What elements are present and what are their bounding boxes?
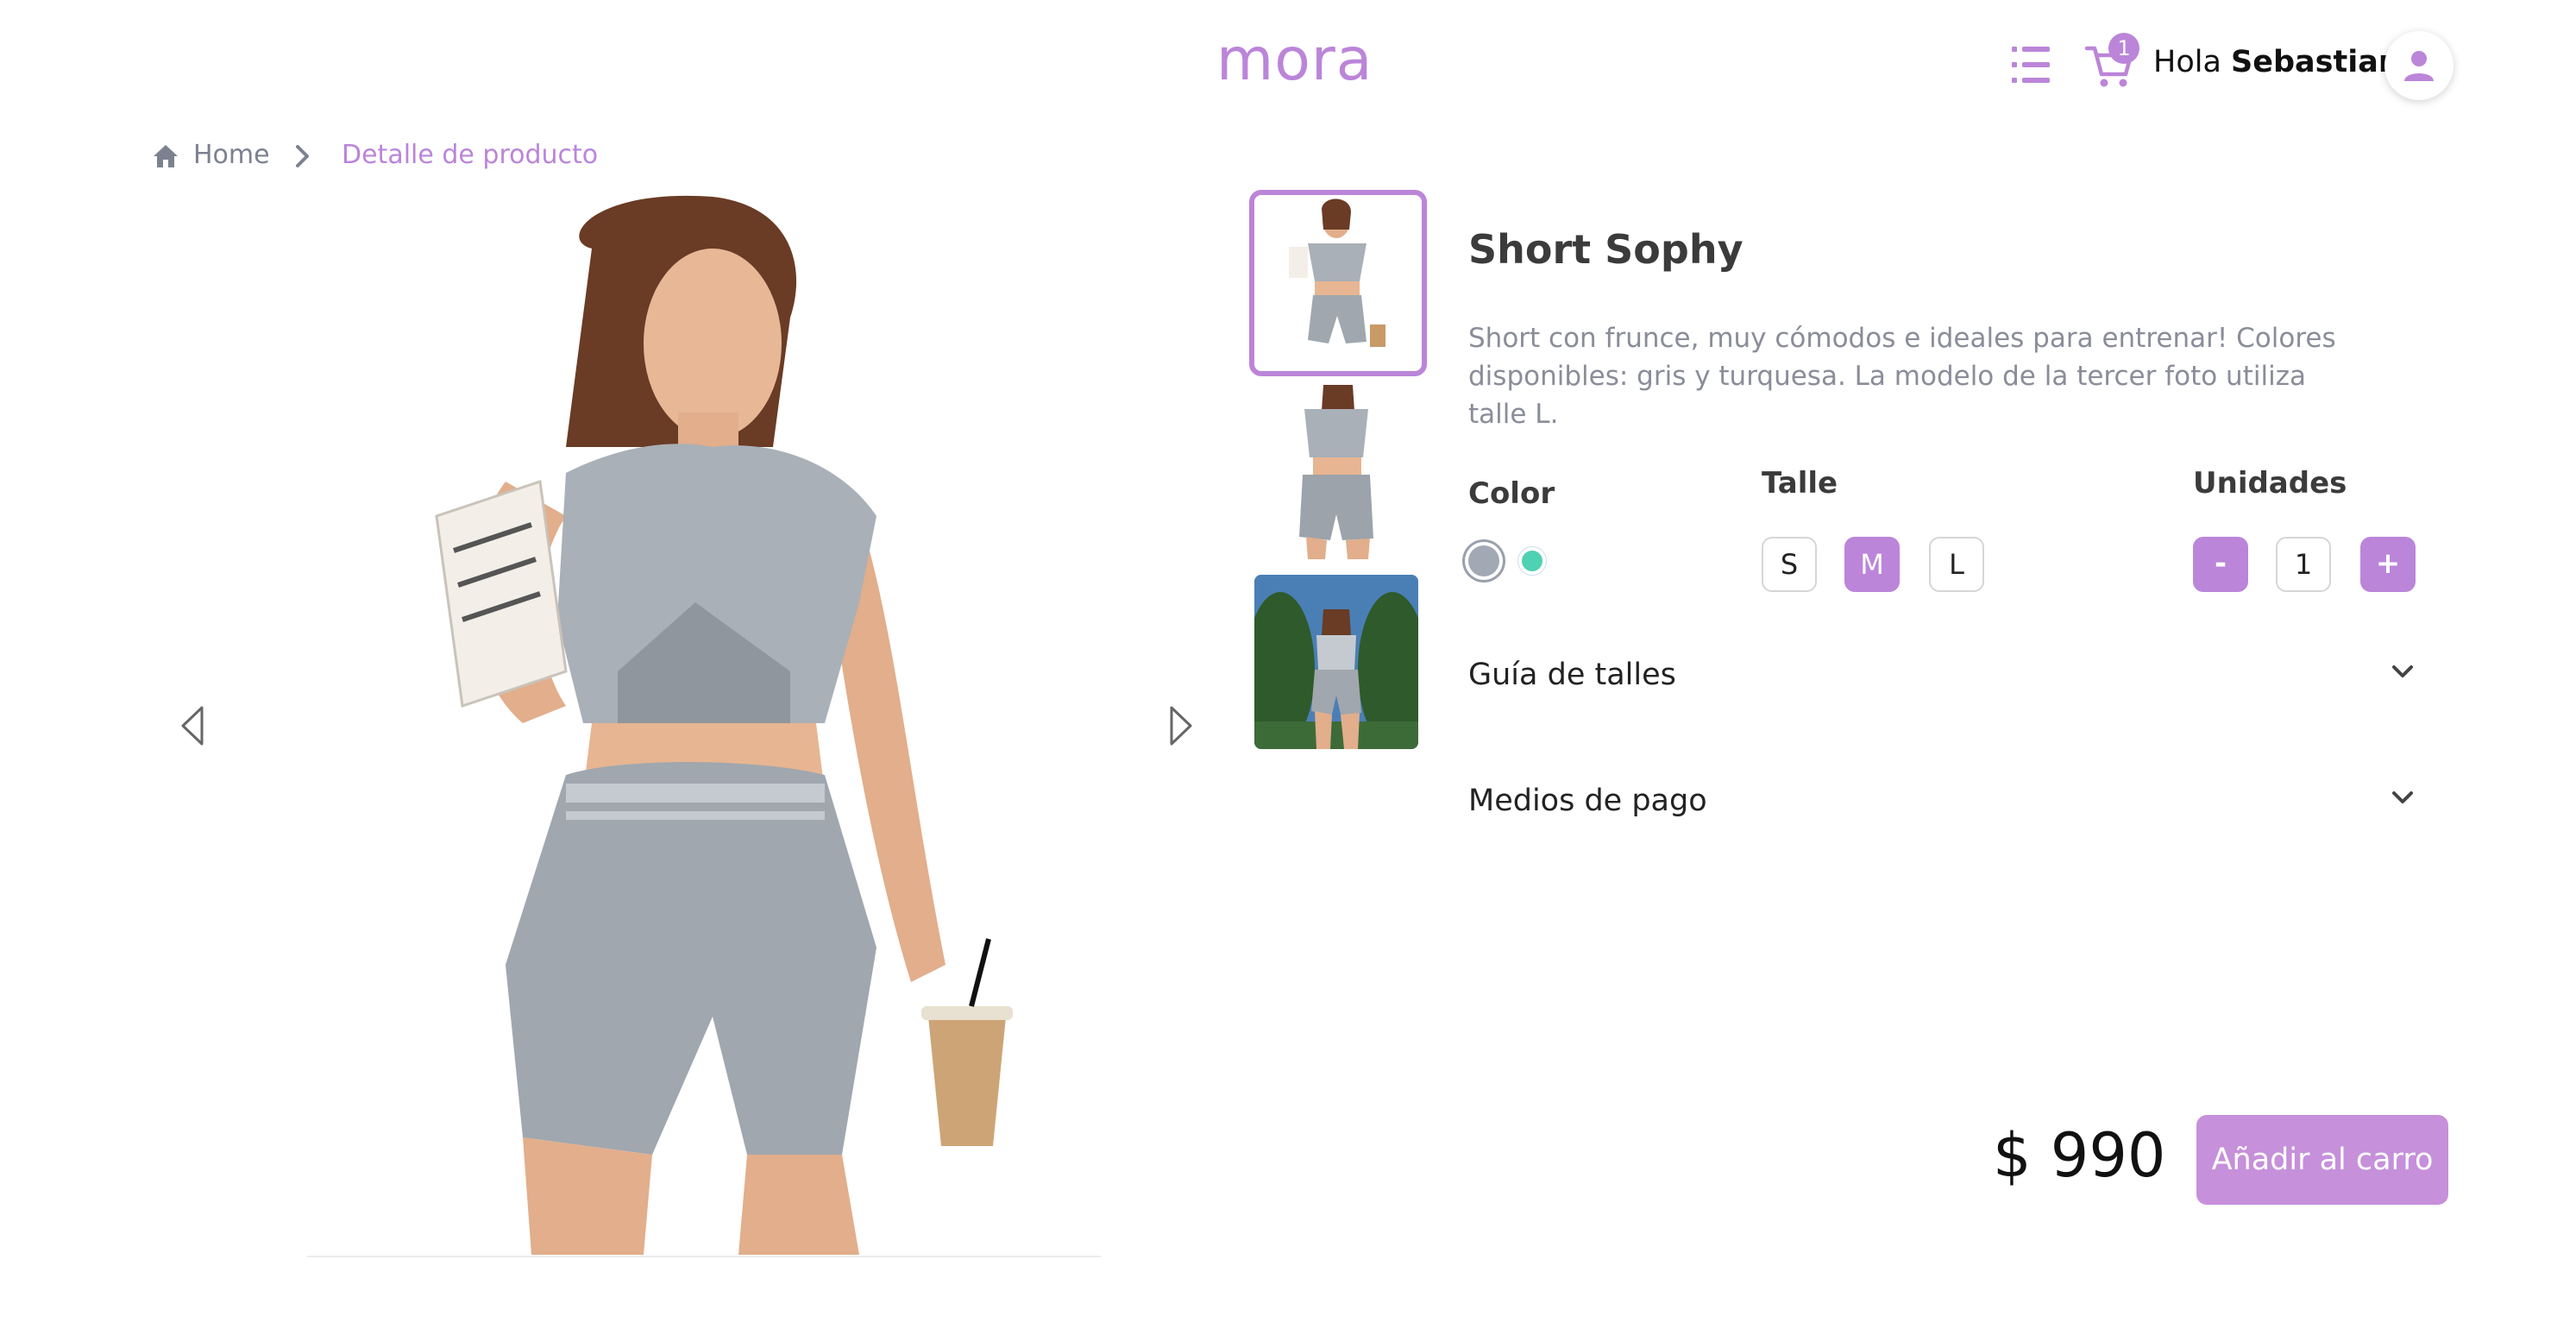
image-baseline (307, 1256, 1101, 1257)
greeting-prefix: Hola (2153, 45, 2232, 79)
product-description: Short con frunce, muy cómodos e ideales … (1468, 323, 2336, 430)
chevron-down-icon[interactable] (2390, 789, 2416, 811)
chevron-right-icon (293, 143, 312, 173)
menu-list-icon[interactable] (2012, 45, 2051, 85)
size-label: Talle (1762, 466, 1838, 501)
next-image-arrow-icon[interactable] (1166, 704, 1196, 751)
color-swatch-gray[interactable] (1468, 545, 1499, 576)
product-title: Short Sophy (1468, 226, 1744, 273)
user-greeting: Hola Sebastian! (2153, 45, 2412, 79)
chevron-down-icon[interactable] (2390, 663, 2416, 685)
thumbnail-2[interactable] (1254, 385, 1418, 559)
quantity-value[interactable]: 1 (2276, 537, 2331, 592)
quantity-decrease-button[interactable]: - (2193, 537, 2248, 592)
size-option-m[interactable]: M (1844, 537, 1900, 592)
breadcrumb-home-link[interactable]: Home (193, 140, 270, 170)
product-price: $ 990 (1993, 1120, 2166, 1191)
units-label: Unidades (2193, 466, 2347, 501)
thumbnail-3[interactable] (1254, 575, 1418, 749)
size-option-s[interactable]: S (1762, 537, 1817, 592)
user-name: Sebastian (2231, 45, 2400, 79)
user-icon (2404, 51, 2434, 81)
payment-methods-accordion[interactable]: Medios de pago (1468, 784, 1707, 818)
add-to-cart-button[interactable]: Añadir al carro (2196, 1115, 2448, 1205)
color-swatch-teal[interactable] (1522, 551, 1542, 571)
cart-count-badge: 1 (2108, 33, 2139, 64)
size-option-l[interactable]: L (1929, 537, 1984, 592)
breadcrumb-current: Detalle de producto (342, 140, 599, 170)
brand-logo[interactable]: mora (1216, 26, 1372, 94)
main-product-image (307, 188, 1101, 1255)
previous-image-arrow-icon[interactable] (178, 704, 207, 751)
home-icon[interactable] (152, 143, 179, 173)
thumbnail-1[interactable] (1249, 190, 1427, 376)
user-avatar-button[interactable] (2384, 31, 2453, 100)
color-label: Color (1468, 476, 1555, 511)
quantity-increase-button[interactable]: + (2360, 537, 2416, 592)
size-guide-accordion[interactable]: Guía de talles (1468, 658, 1676, 692)
